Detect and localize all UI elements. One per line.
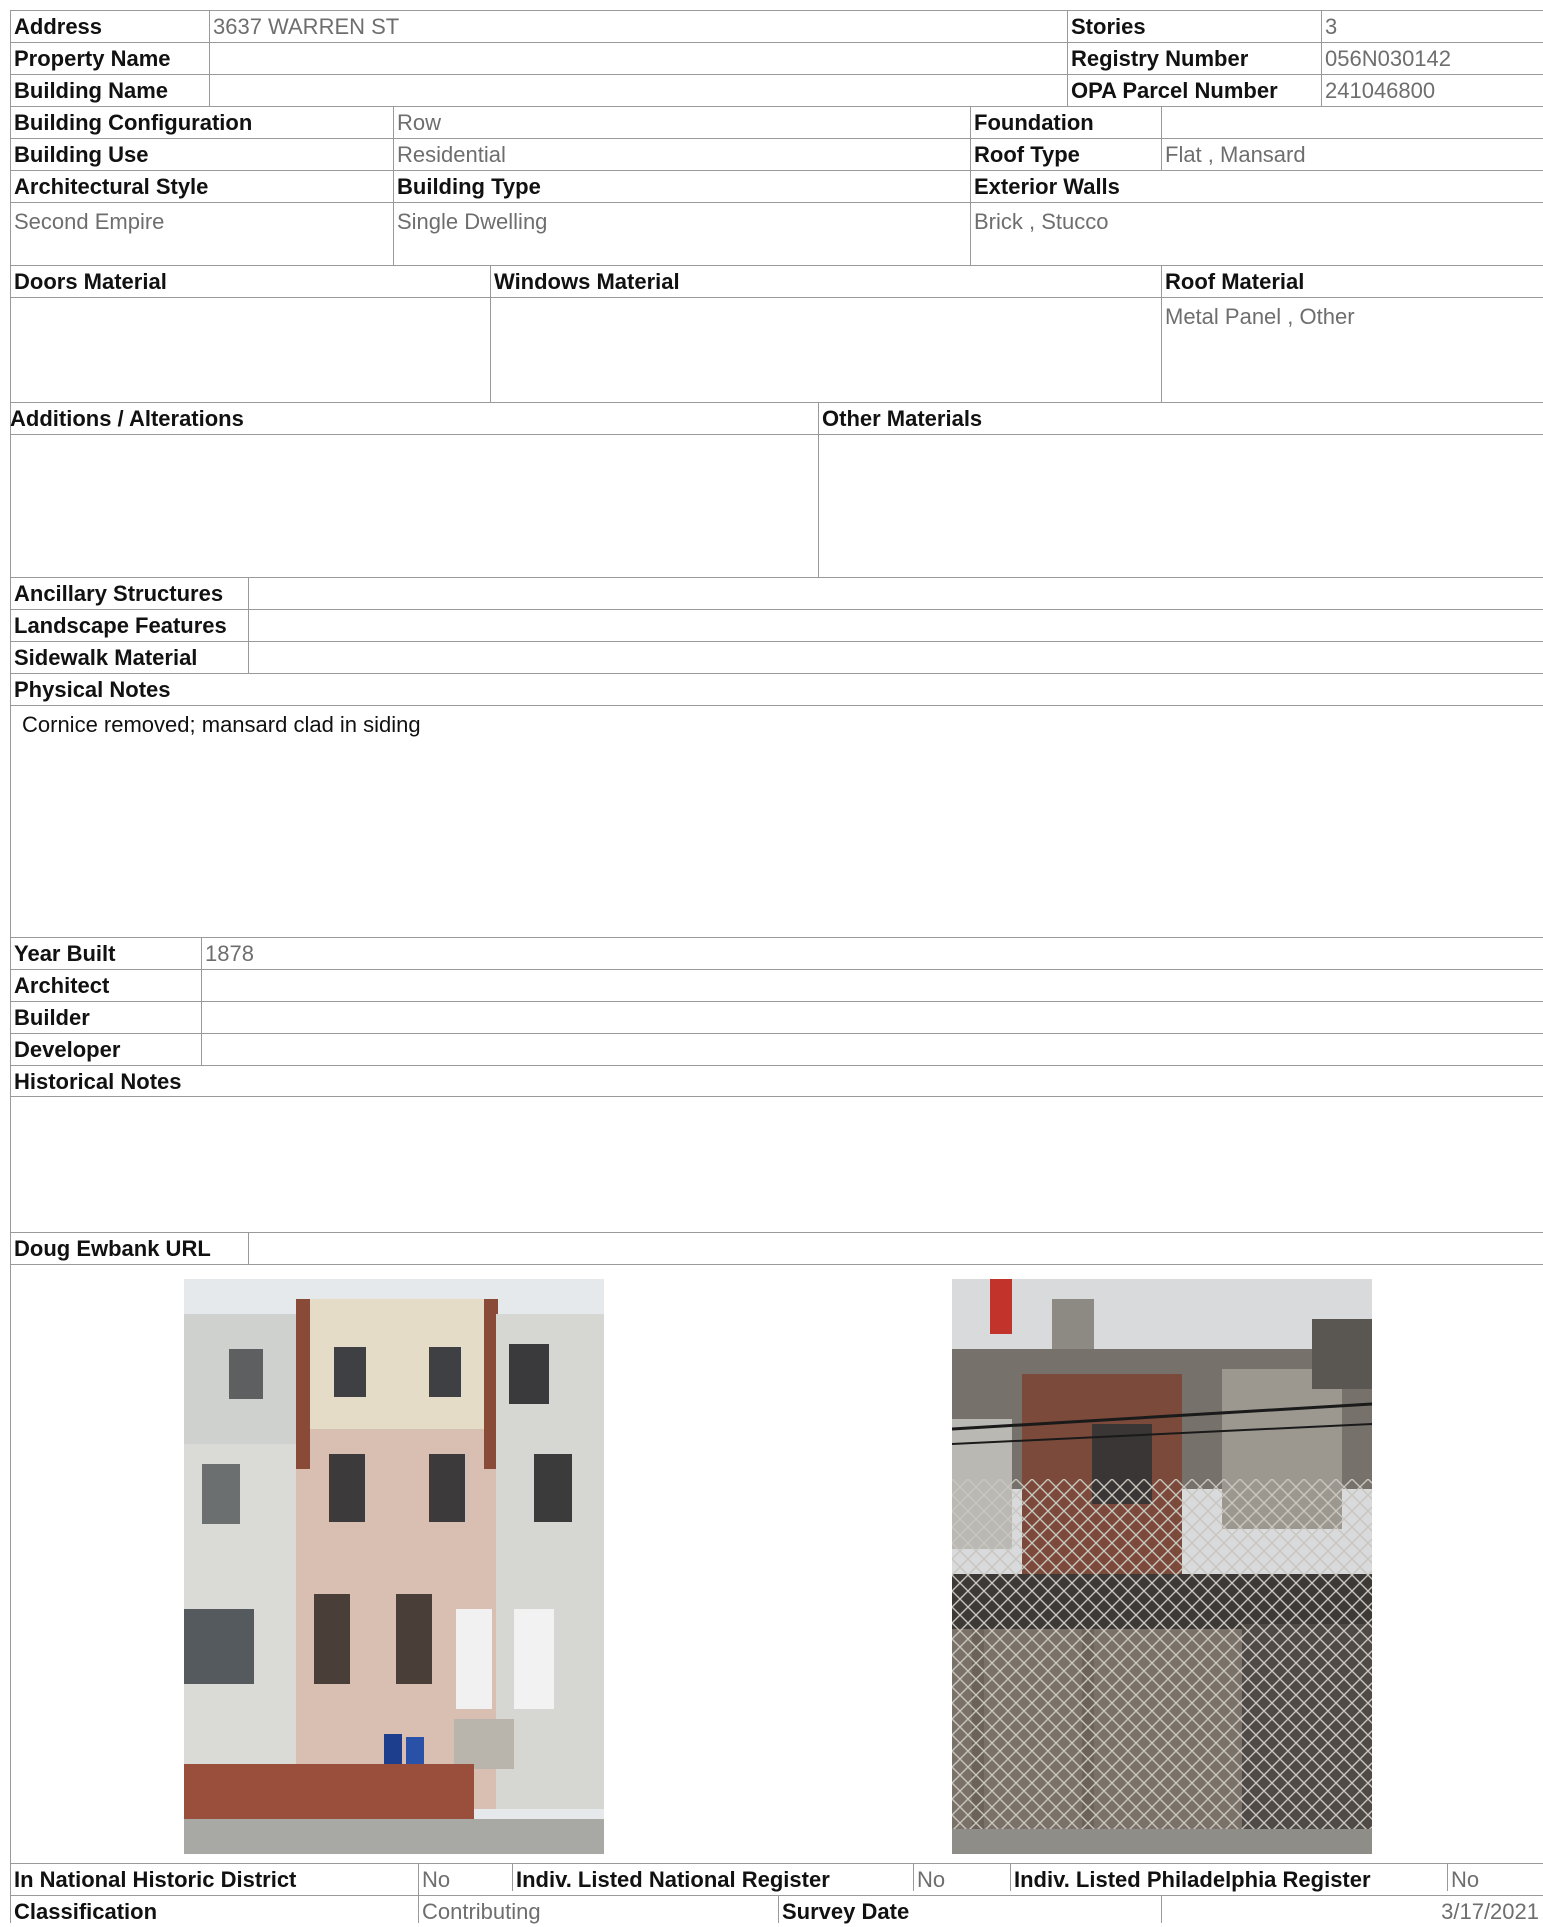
building-name-label: Building Name (14, 78, 169, 103)
exterior-walls-value: Brick , Stucco (974, 209, 1109, 234)
building-type-label: Building Type (397, 174, 541, 199)
physical-notes-label: Physical Notes (14, 677, 171, 702)
address-label: Address (14, 14, 103, 39)
national-district-value: No (422, 1867, 451, 1892)
developer-label: Developer (14, 1037, 121, 1062)
building-configuration-value: Row (397, 110, 442, 135)
roof-type-value: Flat , Mansard (1165, 142, 1306, 167)
address-value: 3637 WARREN ST (213, 14, 400, 39)
front-facade-photo (184, 1279, 604, 1854)
exterior-walls-label: Exterior Walls (974, 174, 1120, 199)
architectural-style-label: Architectural Style (14, 174, 209, 199)
building-use-label: Building Use (14, 142, 149, 167)
roof-material-value: Metal Panel , Other (1165, 304, 1355, 329)
windows-material-label: Windows Material (494, 269, 680, 294)
opa-parcel-label: OPA Parcel Number (1071, 78, 1278, 103)
philadelphia-register-value: No (1451, 1867, 1480, 1892)
stories-value: 3 (1325, 14, 1338, 39)
building-type-value: Single Dwelling (397, 209, 548, 234)
property-name-label: Property Name (14, 46, 171, 71)
national-district-label: In National Historic District (14, 1867, 297, 1892)
builder-label: Builder (14, 1005, 90, 1030)
national-register-value: No (917, 1867, 946, 1892)
property-survey-form: Address 3637 WARREN ST Stories 3 Propert… (0, 0, 1543, 1924)
ancillary-structures-label: Ancillary Structures (14, 581, 224, 606)
year-built-value: 1878 (205, 941, 254, 966)
architect-label: Architect (14, 973, 110, 998)
national-register-label: Indiv. Listed National Register (516, 1867, 830, 1892)
philadelphia-register-label: Indiv. Listed Philadelphia Register (1014, 1867, 1371, 1892)
building-use-value: Residential (397, 142, 506, 167)
registry-number-label: Registry Number (1071, 46, 1249, 71)
foundation-label: Foundation (974, 110, 1094, 135)
doug-ewbank-url-label: Doug Ewbank URL (14, 1236, 211, 1261)
building-configuration-label: Building Configuration (14, 110, 253, 135)
registry-number-value: 056N030142 (1325, 46, 1452, 71)
sidewalk-material-label: Sidewalk Material (14, 645, 198, 670)
year-built-label: Year Built (14, 941, 116, 966)
landscape-features-label: Landscape Features (14, 613, 227, 638)
other-materials-label: Other Materials (822, 406, 983, 431)
architectural-style-value: Second Empire (14, 209, 165, 234)
historical-notes-label: Historical Notes (14, 1069, 182, 1094)
opa-parcel-value: 241046800 (1325, 78, 1436, 103)
physical-notes-value: Cornice removed; mansard clad in siding (22, 712, 421, 737)
roof-type-label: Roof Type (974, 142, 1080, 167)
doors-material-label: Doors Material (14, 269, 167, 294)
additions-alterations-label: Additions / Alterations (10, 406, 244, 431)
stories-label: Stories (1071, 14, 1146, 39)
roof-material-label: Roof Material (1165, 269, 1305, 294)
rear-view-photo (952, 1279, 1372, 1854)
